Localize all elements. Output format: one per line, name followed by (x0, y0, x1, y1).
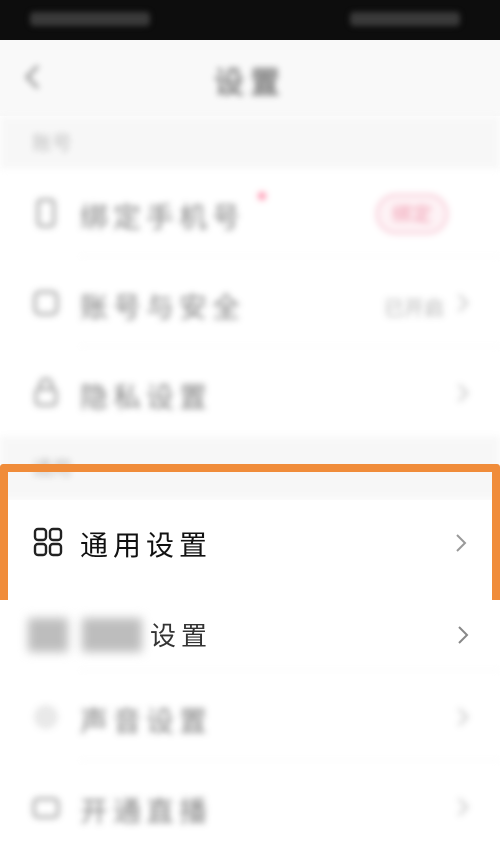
grid-icon (33, 527, 63, 557)
chevron-right-icon (458, 798, 469, 816)
chevron-right-icon (458, 384, 469, 402)
chevron-right-icon (458, 294, 469, 312)
shield-icon (33, 290, 59, 316)
chevron-right-icon (458, 708, 469, 726)
settings-row-privacy[interactable]: 隐私设置 (0, 350, 500, 436)
divider (80, 760, 500, 761)
settings-row-general-settings[interactable]: 通用设置 (8, 500, 492, 586)
status-bar (0, 0, 500, 40)
settings-row-account-security[interactable]: 账号与安全 已开启 (0, 260, 500, 346)
circle-icon (34, 705, 58, 729)
section-header-general: 通用 (0, 436, 500, 500)
lock-icon (34, 377, 58, 407)
row-label: 通用设置 (80, 529, 213, 562)
page-title: 设置 (214, 66, 286, 101)
settings-row-sound[interactable]: 声音设置 (0, 674, 500, 760)
bind-badge[interactable]: 绑定 (376, 194, 448, 234)
nav-bar: 设置 (0, 40, 500, 116)
divider (80, 670, 500, 671)
settings-row-notification[interactable]: 设置 (0, 600, 500, 670)
chevron-right-icon (456, 534, 467, 552)
row-value: 已开启 (384, 296, 444, 320)
divider (80, 256, 500, 257)
pixelated-icon (28, 618, 68, 652)
row-label: 绑定手机号 (80, 201, 246, 234)
status-carrier-info (30, 12, 150, 26)
section-header-account: 账号 (0, 116, 500, 170)
settings-row-live[interactable]: 开通直播 (0, 764, 500, 850)
row-label: 开通直播 (80, 795, 213, 828)
row-label: 声音设置 (80, 705, 213, 738)
divider (80, 346, 500, 347)
pixelated-text (82, 618, 142, 652)
status-system-icons (350, 12, 460, 26)
row-label: 隐私设置 (80, 381, 213, 414)
row-label: 设置 (150, 622, 213, 652)
settings-row-bind-phone[interactable]: 绑定手机号 绑定 (0, 170, 500, 256)
chevron-right-icon (458, 626, 469, 644)
notification-dot (258, 192, 266, 200)
phone-icon (36, 198, 56, 228)
video-icon (32, 797, 60, 819)
row-label: 账号与安全 (80, 291, 246, 324)
